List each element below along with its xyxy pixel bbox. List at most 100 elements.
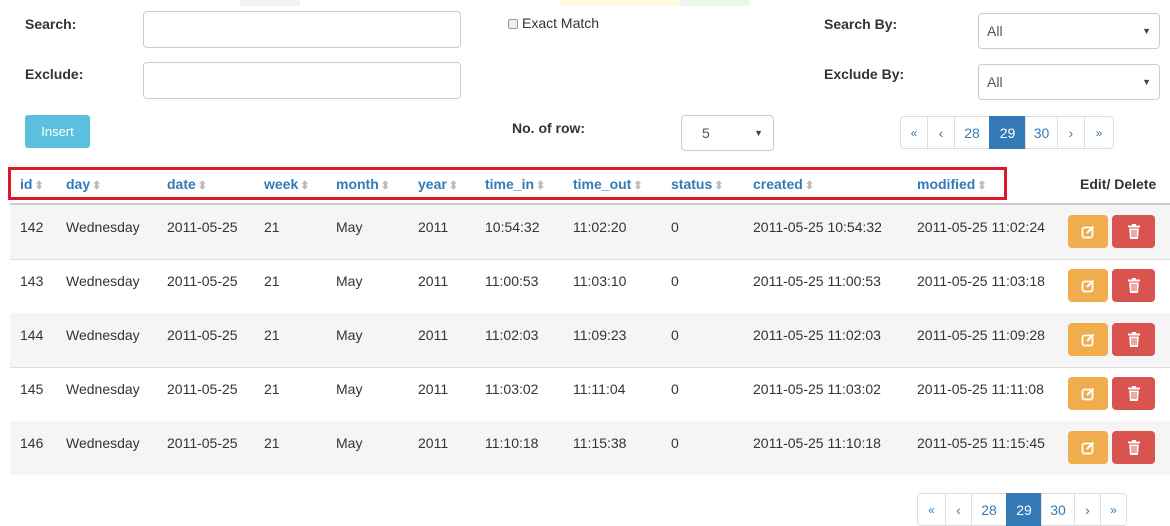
column-header-label: date bbox=[167, 176, 196, 192]
table-row: 143 Wednesday 2011-05-25 21 May 2011 11:00:53 1… bbox=[10, 259, 1170, 313]
cell-created: 2011-05-25 10:54:32 bbox=[753, 219, 882, 235]
edit-button[interactable] bbox=[1068, 431, 1108, 464]
cell-week: 21 bbox=[264, 219, 280, 235]
search-by-select[interactable]: All ▼ bbox=[978, 13, 1160, 49]
table-row: 144 Wednesday 2011-05-25 21 May 2011 11:02:03 1… bbox=[10, 313, 1170, 367]
delete-button[interactable] bbox=[1112, 377, 1155, 410]
cell-year: 2011 bbox=[418, 219, 449, 235]
cell-month: May bbox=[336, 327, 363, 343]
edit-button[interactable] bbox=[1068, 377, 1108, 410]
cell-day: Wednesday bbox=[66, 435, 140, 451]
prev-page-button[interactable]: ‹ bbox=[945, 493, 972, 526]
cell-year: 2011 bbox=[418, 273, 449, 289]
next-page-button[interactable]: › bbox=[1074, 493, 1101, 526]
cell-created: 2011-05-25 11:02:03 bbox=[753, 327, 881, 343]
column-header-label: status bbox=[671, 176, 713, 192]
column-header-label: week bbox=[264, 176, 299, 192]
column-header-day[interactable]: day ⬍ bbox=[66, 176, 101, 192]
column-header-label: modified bbox=[917, 176, 976, 192]
cell-date: 2011-05-25 bbox=[167, 219, 238, 235]
sort-icon: ⬍ bbox=[448, 180, 459, 192]
cell-time-out: 11:15:38 bbox=[573, 435, 627, 451]
column-header-modified[interactable]: modified ⬍ bbox=[917, 176, 987, 192]
first-page-button[interactable]: « bbox=[900, 116, 928, 149]
search-input[interactable] bbox=[143, 11, 461, 48]
last-page-button[interactable]: » bbox=[1100, 493, 1127, 526]
column-header-week[interactable]: week ⬍ bbox=[264, 176, 309, 192]
page-button-30[interactable]: 30 bbox=[1025, 116, 1058, 149]
trash-icon bbox=[1127, 224, 1140, 239]
chevron-down-icon: ▼ bbox=[1142, 77, 1151, 87]
column-header-status[interactable]: status ⬍ bbox=[671, 176, 723, 192]
delete-button[interactable] bbox=[1112, 215, 1155, 248]
delete-button[interactable] bbox=[1112, 431, 1155, 464]
table-row: 142 Wednesday 2011-05-25 21 May 2011 10:54:32 1… bbox=[10, 205, 1170, 259]
exclude-by-select[interactable]: All ▼ bbox=[978, 64, 1160, 100]
sort-icon: ⬍ bbox=[633, 180, 643, 192]
edit-icon bbox=[1081, 441, 1095, 454]
cell-time-out: 11:03:10 bbox=[573, 273, 627, 289]
pagination-top: « ‹ 28 29 30 › » bbox=[900, 116, 1114, 149]
exclude-by-value: All bbox=[987, 74, 1003, 90]
cell-date: 2011-05-25 bbox=[167, 381, 238, 397]
next-page-button[interactable]: › bbox=[1057, 116, 1085, 149]
cell-year: 2011 bbox=[418, 381, 449, 397]
search-label: Search: bbox=[25, 16, 77, 32]
cell-week: 21 bbox=[264, 327, 280, 343]
sort-icon: ⬍ bbox=[714, 180, 724, 192]
cell-modified: 2011-05-25 11:11:08 bbox=[917, 381, 1044, 397]
cell-id: 143 bbox=[20, 273, 44, 289]
column-header-time-out[interactable]: time_out ⬍ bbox=[573, 176, 643, 192]
trash-icon bbox=[1127, 440, 1140, 455]
column-header-month[interactable]: month ⬍ bbox=[336, 176, 390, 192]
page-button-28[interactable]: 28 bbox=[954, 116, 990, 149]
cell-day: Wednesday bbox=[66, 327, 140, 343]
prev-page-button[interactable]: ‹ bbox=[927, 116, 955, 149]
column-header-date[interactable]: date ⬍ bbox=[167, 176, 207, 192]
edit-icon bbox=[1081, 333, 1095, 346]
cell-modified: 2011-05-25 11:02:24 bbox=[917, 219, 1045, 235]
cell-year: 2011 bbox=[418, 327, 449, 343]
trash-icon bbox=[1127, 386, 1140, 401]
page-button-28[interactable]: 28 bbox=[971, 493, 1007, 526]
exact-match-toggle[interactable]: Exact Match bbox=[508, 15, 599, 31]
rows-select[interactable]: 5 ▼ bbox=[681, 115, 774, 151]
page-button-30[interactable]: 30 bbox=[1041, 493, 1075, 526]
exclude-input[interactable] bbox=[143, 62, 461, 99]
sort-icon: ⬍ bbox=[977, 180, 987, 192]
page-button-29[interactable]: 29 bbox=[989, 116, 1026, 149]
column-header-year[interactable]: year ⬍ bbox=[418, 176, 458, 192]
column-header-id[interactable]: id ⬍ bbox=[20, 176, 44, 192]
sort-icon: ⬍ bbox=[300, 180, 310, 192]
last-page-button[interactable]: » bbox=[1084, 116, 1114, 149]
column-header-label: time_out bbox=[573, 176, 632, 192]
sort-icon: ⬍ bbox=[34, 180, 44, 192]
edit-button[interactable] bbox=[1068, 323, 1108, 356]
insert-button[interactable]: Insert bbox=[25, 115, 90, 148]
cell-time-out: 11:09:23 bbox=[573, 327, 627, 343]
cell-time-out: 11:11:04 bbox=[573, 381, 626, 397]
cell-week: 21 bbox=[264, 435, 280, 451]
cell-status: 0 bbox=[671, 219, 679, 235]
column-header-label: created bbox=[753, 176, 803, 192]
cell-id: 146 bbox=[20, 435, 44, 451]
edit-button[interactable] bbox=[1068, 269, 1108, 302]
page-button-29[interactable]: 29 bbox=[1006, 493, 1042, 526]
column-header-created[interactable]: created ⬍ bbox=[753, 176, 814, 192]
cell-month: May bbox=[336, 435, 363, 451]
column-header-time-in[interactable]: time_in ⬍ bbox=[485, 176, 545, 192]
exact-match-checkbox[interactable] bbox=[508, 19, 518, 30]
chevron-down-icon: ▼ bbox=[754, 128, 763, 138]
first-page-button[interactable]: « bbox=[917, 493, 946, 526]
cell-year: 2011 bbox=[418, 435, 449, 451]
top-decoration bbox=[0, 0, 1170, 6]
delete-button[interactable] bbox=[1112, 269, 1155, 302]
cell-modified: 2011-05-25 11:03:18 bbox=[917, 273, 1045, 289]
delete-button[interactable] bbox=[1112, 323, 1155, 356]
sort-icon: ⬍ bbox=[380, 180, 390, 192]
cell-date: 2011-05-25 bbox=[167, 327, 238, 343]
cell-month: May bbox=[336, 273, 363, 289]
edit-icon bbox=[1081, 225, 1095, 238]
edit-button[interactable] bbox=[1068, 215, 1108, 248]
cell-id: 144 bbox=[20, 327, 44, 343]
